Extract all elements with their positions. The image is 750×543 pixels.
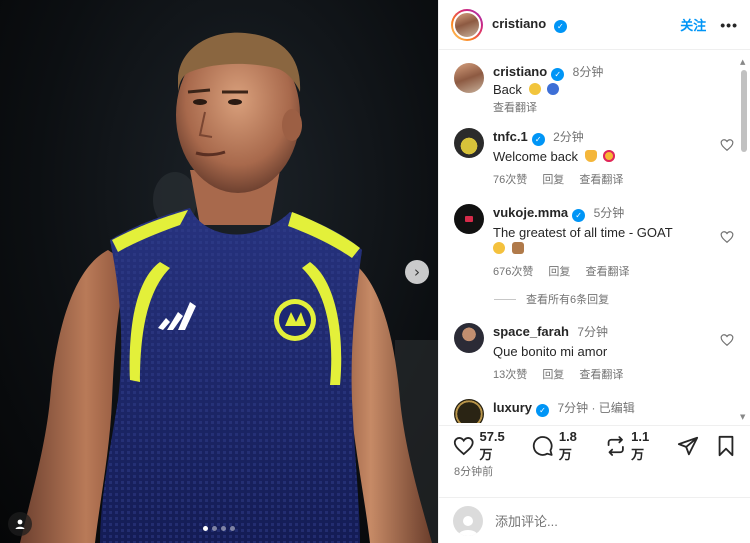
like-button[interactable]: 57.5 万 bbox=[453, 429, 520, 463]
comment-time: 2分钟 bbox=[553, 130, 584, 144]
save-button[interactable] bbox=[716, 435, 741, 457]
post-sidebar: cristiano ✓ 关注 ••• cristiano ✓ 8分钟 Back bbox=[438, 0, 750, 543]
caption-username[interactable]: cristiano bbox=[493, 64, 547, 79]
post-header: cristiano ✓ 关注 ••• bbox=[439, 0, 750, 50]
heart-icon[interactable] bbox=[720, 230, 734, 244]
caption-text: Back bbox=[493, 82, 522, 97]
comments-scrollbar[interactable]: ▲ ▼ bbox=[740, 58, 748, 421]
share-icon bbox=[677, 436, 699, 456]
comment-count: 1.8 万 bbox=[558, 429, 577, 462]
repost-icon bbox=[607, 436, 624, 456]
caption-time: 8分钟 bbox=[572, 65, 604, 79]
list-item: space_farah 7分钟 Que bonito mi amor 13次赞 … bbox=[454, 323, 734, 382]
author-avatar[interactable] bbox=[451, 8, 483, 41]
repost-button[interactable]: 1.1 万 bbox=[605, 429, 665, 463]
verified-icon: ✓ bbox=[553, 20, 567, 33]
emoji-goat-icon bbox=[511, 242, 524, 254]
carousel-dots bbox=[0, 526, 438, 531]
repost-count: 1.1 万 bbox=[631, 429, 650, 462]
emoji-yellow-heart-icon bbox=[584, 150, 597, 162]
chevron-right-icon: › bbox=[414, 263, 420, 281]
translate-link[interactable]: 查看翻译 bbox=[585, 266, 629, 278]
emoji-blue-circle-icon bbox=[547, 83, 560, 95]
emoji-heart-eyes-icon bbox=[603, 150, 616, 162]
carousel-dot bbox=[230, 526, 235, 531]
current-user-avatar bbox=[453, 505, 483, 536]
comment-time: 7分钟 bbox=[577, 325, 609, 339]
caption-avatar[interactable] bbox=[454, 63, 484, 93]
comment-likes[interactable]: 13次赞 bbox=[493, 369, 527, 381]
comments-list[interactable]: cristiano ✓ 8分钟 Back 查看翻译 tnfc.1 ✓ 2分钟 W… bbox=[439, 51, 750, 423]
add-comment-bar: 添加评论... bbox=[439, 497, 750, 543]
heart-icon bbox=[453, 437, 474, 456]
user-tag-button[interactable] bbox=[8, 512, 32, 536]
verified-icon: ✓ bbox=[572, 209, 586, 222]
comment-likes[interactable]: 676次赞 bbox=[493, 266, 533, 278]
author-username[interactable]: cristiano ✓ bbox=[492, 16, 567, 33]
comment-icon bbox=[533, 436, 553, 456]
comment-avatar[interactable] bbox=[454, 128, 484, 158]
carousel-dot bbox=[221, 526, 226, 531]
comment-text: The greatest of all time - GOAT bbox=[493, 225, 673, 240]
view-replies-button[interactable]: 查看所有6条回复 bbox=[494, 291, 609, 307]
next-photo-button[interactable]: › bbox=[405, 260, 429, 284]
post-photo[interactable]: › bbox=[0, 0, 438, 543]
post-actions: 57.5 万 1.8 万 1.1 万 8分钟前 bbox=[439, 425, 750, 479]
list-item: vukoje.mma ✓ 5分钟 The greatest of all time… bbox=[454, 204, 734, 279]
comment-text: Que bonito mi amor bbox=[493, 344, 608, 359]
comment-username[interactable]: space_farah bbox=[493, 324, 569, 339]
reply-button[interactable]: 回复 bbox=[548, 266, 570, 278]
carousel-dot bbox=[212, 526, 217, 531]
comment-username[interactable]: luxury bbox=[493, 400, 532, 415]
follow-button[interactable]: 关注 bbox=[680, 15, 706, 34]
comment-avatar[interactable] bbox=[454, 323, 484, 353]
heart-icon[interactable] bbox=[720, 333, 734, 347]
comment-time: 5分钟 bbox=[593, 206, 625, 220]
scroll-down-icon[interactable]: ▼ bbox=[740, 413, 745, 421]
comment-username[interactable]: tnfc.1 bbox=[493, 129, 528, 144]
heart-icon[interactable] bbox=[720, 138, 734, 152]
reply-button[interactable]: 回复 bbox=[542, 369, 564, 381]
more-icon[interactable]: ••• bbox=[720, 17, 738, 33]
caption: cristiano ✓ 8分钟 Back 查看翻译 bbox=[454, 63, 734, 115]
scroll-up-icon[interactable]: ▲ bbox=[740, 58, 745, 66]
player-photo bbox=[20, 32, 438, 543]
like-count: 57.5 万 bbox=[479, 429, 505, 462]
translate-link[interactable]: 查看翻译 bbox=[579, 369, 623, 381]
post-timestamp: 8分钟前 bbox=[454, 466, 494, 478]
share-button[interactable] bbox=[677, 435, 704, 457]
view-replies-label: 查看所有6条回复 bbox=[526, 294, 610, 306]
comment-time: 7分钟 · 已编辑 bbox=[557, 401, 635, 415]
emoji-raised-hands-icon bbox=[493, 242, 505, 254]
comment-text: Welcome back bbox=[493, 149, 579, 164]
comment-input[interactable]: 添加评论... bbox=[495, 511, 558, 530]
reply-button[interactable]: 回复 bbox=[542, 174, 564, 186]
verified-icon: ✓ bbox=[536, 404, 550, 417]
verified-icon: ✓ bbox=[551, 68, 565, 81]
translate-link[interactable]: 查看翻译 bbox=[579, 174, 623, 186]
comment-likes[interactable]: 76次赞 bbox=[493, 174, 527, 186]
save-icon bbox=[718, 435, 734, 457]
caption-translate-link[interactable]: 查看翻译 bbox=[493, 102, 537, 114]
verified-icon: ✓ bbox=[531, 133, 545, 146]
scroll-thumb[interactable] bbox=[741, 70, 747, 152]
comment-username[interactable]: vukoje.mma bbox=[493, 205, 568, 220]
list-item: luxury ✓ 7分钟 · 已编辑 bbox=[454, 399, 734, 423]
list-item: tnfc.1 ✓ 2分钟 Welcome back 76次赞 回复 查看翻译 bbox=[454, 128, 734, 187]
comment-button[interactable]: 1.8 万 bbox=[532, 429, 592, 463]
emoji-yellow-circle-icon bbox=[528, 83, 541, 95]
comment-avatar[interactable] bbox=[454, 204, 484, 234]
carousel-dot bbox=[203, 526, 208, 531]
comment-avatar[interactable] bbox=[454, 399, 484, 423]
